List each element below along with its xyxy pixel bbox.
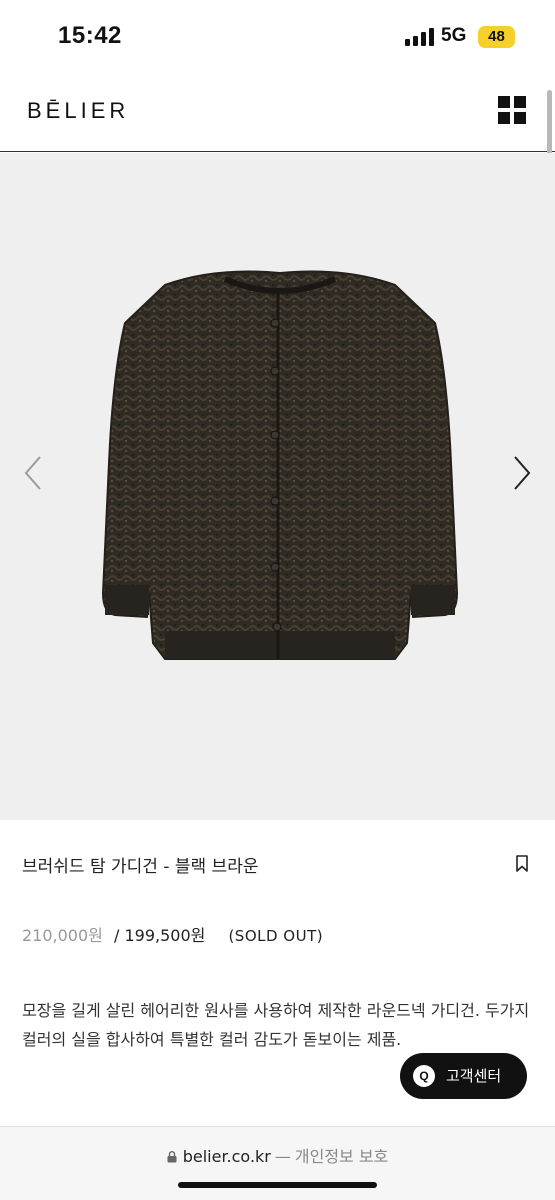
battery-icon: 48 — [478, 26, 515, 48]
bookmark-icon[interactable] — [515, 855, 529, 873]
status-time: 15:42 — [58, 22, 122, 49]
product-gallery[interactable] — [0, 153, 555, 820]
home-indicator[interactable] — [178, 1182, 377, 1188]
status-bar: 15:42 5G 48 — [0, 0, 555, 72]
signal-icon — [405, 28, 435, 46]
url-row[interactable]: belier.co.kr — 개인정보 보호 — [0, 1143, 555, 1167]
browser-address-bar[interactable]: belier.co.kr — 개인정보 보호 — [0, 1126, 555, 1200]
customer-service-label: 고객센터 — [446, 1067, 502, 1085]
chat-icon: Q — [413, 1065, 435, 1087]
network-type: 5G — [441, 25, 467, 46]
original-price: 210,000원 — [22, 926, 103, 945]
brand-logo[interactable]: BĒLIER — [27, 98, 129, 124]
site-header: BĒLIER — [0, 72, 555, 152]
product-description: 모장을 길게 살린 헤어리한 원사를 사용하여 제작한 라운드넥 가디건. 두가… — [22, 1001, 530, 1049]
sale-price: / 199,500원 — [113, 926, 206, 945]
customer-service-button[interactable]: Q 고객센터 — [400, 1053, 527, 1099]
grid-menu-icon[interactable] — [498, 96, 526, 124]
url-separator: — — [274, 1147, 291, 1166]
chevron-left-icon[interactable] — [22, 453, 46, 493]
stock-status: (SOLD OUT) — [228, 927, 324, 945]
chevron-right-icon[interactable] — [509, 453, 533, 493]
price-row: 210,000원 / 199,500원 (SOLD OUT) — [22, 922, 323, 946]
product-title: 브러쉬드 탐 가디건 - 블랙 브라운 — [22, 857, 259, 877]
privacy-label: 개인정보 보호 — [294, 1147, 389, 1166]
product-image — [101, 270, 459, 660]
url-domain: belier.co.kr — [182, 1147, 271, 1166]
lock-icon — [167, 1151, 177, 1163]
